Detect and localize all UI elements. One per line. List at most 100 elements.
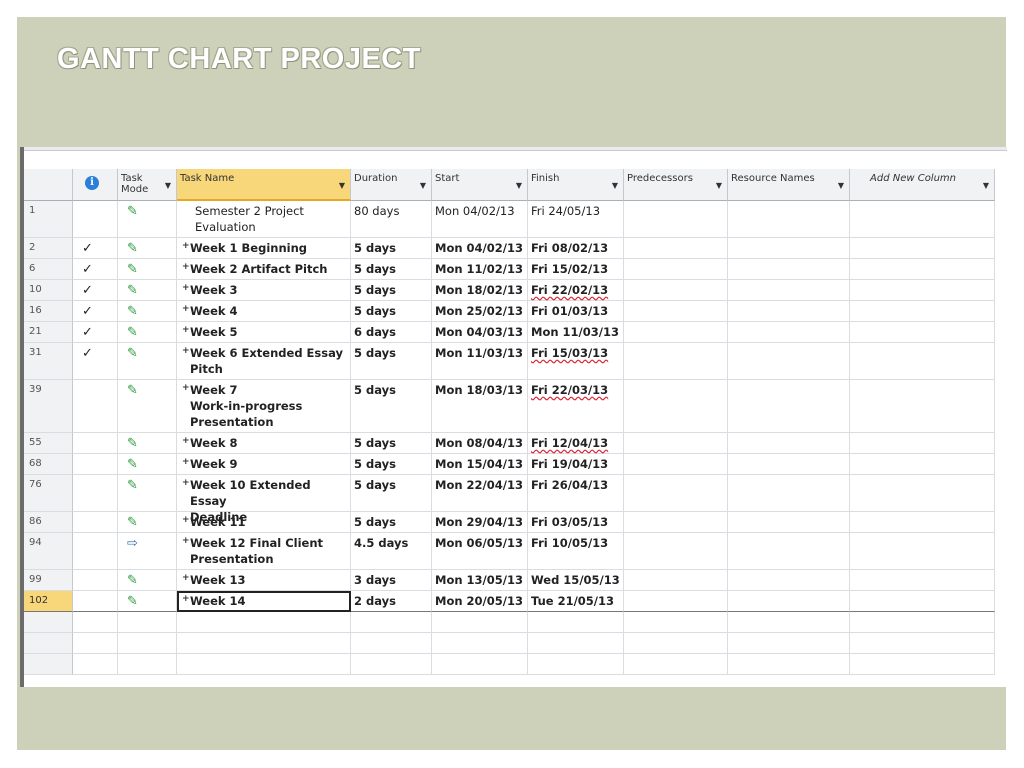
start-cell[interactable]: Mon 11/02/13 xyxy=(432,259,528,280)
cell-add[interactable] xyxy=(850,380,995,433)
cell-pred[interactable] xyxy=(624,343,728,380)
expand-icon[interactable]: + xyxy=(182,591,190,607)
duration-cell[interactable]: 5 days xyxy=(351,475,432,512)
task-mode-cell[interactable]: ✎ xyxy=(118,433,177,454)
task-mode-cell[interactable]: ✎ xyxy=(118,201,177,238)
task-row[interactable]: 68 ✎ + Week 95 days Mon 15/04/13 Fri 19/04/13 xyxy=(24,454,995,475)
cell-add[interactable] xyxy=(850,591,995,612)
start-cell[interactable]: Mon 25/02/13 xyxy=(432,301,528,322)
empty-cell[interactable] xyxy=(118,654,177,675)
cell-res[interactable] xyxy=(728,454,850,475)
cell-chk[interactable] xyxy=(73,512,118,533)
start-cell[interactable]: Mon 20/05/13 xyxy=(432,591,528,612)
duration-cell[interactable]: 4.5 days xyxy=(351,533,432,570)
cell-chk[interactable] xyxy=(73,454,118,475)
task-name-cell[interactable]: + Week 13 xyxy=(177,570,351,591)
column-header-duration[interactable]: Duration ▼ xyxy=(351,169,432,201)
task-mode-cell[interactable]: ✎ xyxy=(118,380,177,433)
task-name-cell[interactable]: + Week 10 Extended Essay Deadline xyxy=(177,475,351,524)
finish-cell[interactable]: Fri 26/04/13 xyxy=(528,475,624,512)
column-header-task-name[interactable]: Task Name ▼ xyxy=(177,169,351,201)
empty-cell[interactable] xyxy=(624,612,728,633)
cell-res[interactable] xyxy=(728,238,850,259)
column-header-predecessors[interactable]: Predecessors ▼ xyxy=(624,169,728,201)
cell-chk[interactable] xyxy=(73,570,118,591)
cell-add[interactable] xyxy=(850,512,995,533)
expand-icon[interactable]: + xyxy=(182,433,190,449)
start-cell[interactable]: Mon 13/05/13 xyxy=(432,570,528,591)
task-mode-cell[interactable]: ✎ xyxy=(118,591,177,612)
start-cell[interactable]: Mon 18/03/13 xyxy=(432,380,528,433)
expand-icon[interactable]: + xyxy=(182,280,190,296)
cell-chk[interactable]: ✓ xyxy=(73,343,118,380)
finish-cell[interactable]: Fri 12/04/13 xyxy=(528,433,624,454)
finish-cell[interactable]: Tue 21/05/13 xyxy=(528,591,624,612)
cell-chk[interactable] xyxy=(73,201,118,238)
column-header-add-new-column[interactable]: Add New Column ▼ xyxy=(850,169,995,201)
cell-res[interactable] xyxy=(728,201,850,238)
task-mode-cell[interactable]: ✎ xyxy=(118,259,177,280)
task-row[interactable]: 2 ✓ ✎ + Week 1 Beginning 5 days Mon 04/02/13 Fr… xyxy=(24,238,995,259)
start-cell[interactable]: Mon 29/04/13 xyxy=(432,512,528,533)
finish-cell[interactable]: Fri 15/03/13 xyxy=(528,343,624,380)
cell-res[interactable] xyxy=(728,433,850,454)
task-mode-cell[interactable]: ✎ xyxy=(118,343,177,380)
empty-cell[interactable] xyxy=(528,654,624,675)
task-row[interactable]: 10 ✓ ✎ + Week 35 days Mon 18/02/13 Fri 22/02/1… xyxy=(24,280,995,301)
cell-pred[interactable] xyxy=(624,512,728,533)
task-name-cell[interactable]: + Week 2 Artifact Pitch xyxy=(177,259,351,280)
cell-res[interactable] xyxy=(728,343,850,380)
task-name-cell[interactable]: + Week 5 xyxy=(177,322,351,343)
expand-icon[interactable]: + xyxy=(182,475,190,491)
start-cell[interactable]: Mon 06/05/13 xyxy=(432,533,528,570)
empty-cell[interactable] xyxy=(351,633,432,654)
expand-icon[interactable]: + xyxy=(182,512,190,528)
dropdown-arrow-icon[interactable]: ▼ xyxy=(983,181,989,190)
task-name-cell[interactable]: Semester 2 Project Evaluation xyxy=(177,201,351,238)
expand-icon[interactable]: + xyxy=(182,301,190,317)
cell-pred[interactable] xyxy=(624,570,728,591)
cell-chk[interactable]: ✓ xyxy=(73,322,118,343)
task-name-cell[interactable]: + Week 3 xyxy=(177,280,351,301)
cell-pred[interactable] xyxy=(624,322,728,343)
start-cell[interactable]: Mon 11/03/13 xyxy=(432,343,528,380)
column-header-resource-names[interactable]: Resource Names ▼ xyxy=(728,169,850,201)
empty-cell[interactable] xyxy=(118,612,177,633)
expand-icon[interactable]: + xyxy=(182,238,190,254)
finish-cell[interactable]: Wed 15/05/13 xyxy=(528,570,624,591)
empty-cell[interactable] xyxy=(728,654,850,675)
cell-chk[interactable] xyxy=(73,591,118,612)
task-row[interactable]: 1 ✎ Semester 2 Project Evaluation 80 days Mon… xyxy=(24,201,995,238)
duration-cell[interactable]: 5 days xyxy=(351,380,432,433)
select-all-corner[interactable] xyxy=(24,169,73,201)
expand-icon[interactable]: + xyxy=(182,454,190,470)
cell-chk[interactable] xyxy=(73,475,118,512)
cell-pred[interactable] xyxy=(624,433,728,454)
empty-cell[interactable] xyxy=(24,612,73,633)
cell-add[interactable] xyxy=(850,343,995,380)
start-cell[interactable]: Mon 22/04/13 xyxy=(432,475,528,512)
start-cell[interactable]: Mon 18/02/13 xyxy=(432,280,528,301)
task-name-cell[interactable]: + Week 8 xyxy=(177,433,351,454)
cell-res[interactable] xyxy=(728,570,850,591)
dropdown-arrow-icon[interactable]: ▼ xyxy=(420,181,426,190)
cell-chk[interactable]: ✓ xyxy=(73,301,118,322)
task-row[interactable]: 31 ✓ ✎ + Week 6 Extended Essay Pitch 5 days Mon… xyxy=(24,343,995,380)
duration-cell[interactable]: 2 days xyxy=(351,591,432,612)
duration-cell[interactable]: 5 days xyxy=(351,259,432,280)
duration-cell[interactable]: 5 days xyxy=(351,454,432,475)
task-mode-cell[interactable]: ✎ xyxy=(118,301,177,322)
duration-cell[interactable]: 5 days xyxy=(351,433,432,454)
empty-cell[interactable] xyxy=(728,612,850,633)
finish-cell[interactable]: Fri 19/04/13 xyxy=(528,454,624,475)
finish-cell[interactable]: Fri 22/02/13 xyxy=(528,280,624,301)
task-name-cell[interactable]: + Week 12 Final Client Presentation xyxy=(177,533,351,570)
empty-cell[interactable] xyxy=(24,654,73,675)
empty-cell[interactable] xyxy=(432,633,528,654)
finish-cell[interactable]: Fri 22/03/13 xyxy=(528,380,624,433)
task-name-cell[interactable]: + Week 9 xyxy=(177,454,351,475)
empty-cell[interactable] xyxy=(177,654,351,675)
cell-pred[interactable] xyxy=(624,280,728,301)
task-mode-cell[interactable]: ✎ xyxy=(118,570,177,591)
cell-add[interactable] xyxy=(850,454,995,475)
